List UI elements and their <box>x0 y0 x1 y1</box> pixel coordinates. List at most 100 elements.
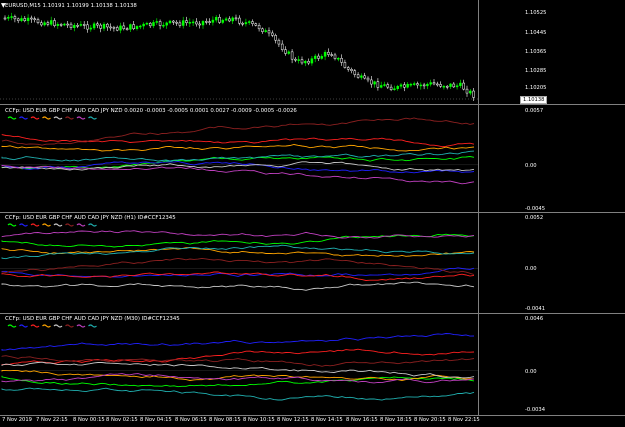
candle <box>416 81 419 89</box>
candle <box>343 59 347 69</box>
candle <box>284 46 287 56</box>
candle <box>7 14 10 21</box>
candle <box>379 81 383 89</box>
legend-swatch-gbp <box>30 116 40 120</box>
ccfp-indicator-pane-1[interactable]: CCFp: USD EUR GBP CHF AUD CAD JPY NZD 0.… <box>0 106 625 212</box>
candle <box>181 16 185 29</box>
ccfp-line-aud <box>1 281 475 291</box>
candle <box>426 82 429 90</box>
candle <box>462 79 465 91</box>
candle <box>304 59 307 67</box>
candle <box>346 66 350 72</box>
legend-swatch-nzd <box>88 223 97 227</box>
candle <box>327 48 330 57</box>
time-axis-border <box>0 415 625 416</box>
candle <box>109 23 112 31</box>
currency-legend <box>7 223 97 227</box>
legend-swatch-gbp <box>30 324 40 328</box>
ccfp-indicator-pane-3[interactable]: CCFp: USD EUR GBP CHF AUD CAD JPY NZD (M… <box>0 314 625 415</box>
candle <box>129 23 132 32</box>
candle <box>175 20 178 26</box>
indicator-tick: 0.00 <box>525 369 537 375</box>
candle <box>165 21 168 29</box>
candle <box>280 40 284 52</box>
legend-swatch-eur <box>19 223 28 227</box>
candle <box>43 20 46 27</box>
candle <box>277 38 281 47</box>
legend-swatch-chf <box>42 223 51 227</box>
candle <box>145 21 149 26</box>
candle <box>13 14 17 23</box>
ccfp-indicator-pane-2[interactable]: CCFp: USD EUR GBP CHF AUD CAD JPY NZD (H… <box>0 213 625 312</box>
candle <box>56 22 60 29</box>
legend-swatch-nzd <box>88 324 97 328</box>
candle <box>403 82 406 92</box>
candle <box>257 22 261 32</box>
legend-swatch-gbp <box>30 223 40 227</box>
ccfp-line-chart-2 <box>0 223 478 291</box>
candle <box>135 25 139 31</box>
price-axis-border <box>478 0 479 415</box>
price-chart-pane[interactable]: ▼ EURUSD,M15 1.10191 1.10199 1.10138 1.1… <box>0 0 625 104</box>
ccfp-line-chf <box>1 247 475 257</box>
candle <box>125 27 129 31</box>
candle <box>185 16 188 26</box>
indicator-tick: -0.0041 <box>525 306 546 312</box>
legend-swatch-jpy <box>76 324 86 328</box>
candle <box>155 18 159 25</box>
candle <box>20 15 23 23</box>
candle <box>254 22 258 27</box>
candle <box>162 22 165 28</box>
candle <box>86 21 89 33</box>
pane-separator[interactable] <box>0 104 625 105</box>
price-tick: 1.10445 <box>525 30 547 36</box>
legend-swatch-usd <box>7 223 17 227</box>
candle <box>158 19 162 30</box>
legend-swatch-jpy <box>76 223 86 227</box>
ccfp-line-gbp <box>1 134 475 148</box>
candle <box>287 50 291 55</box>
ccfp-line-chart-1 <box>0 116 478 185</box>
indicator-tick: 0.0057 <box>525 108 544 114</box>
candle <box>290 49 294 64</box>
candle <box>148 21 152 29</box>
time-label: 7 Nov 2019 <box>2 417 32 423</box>
candle <box>26 14 30 25</box>
candle <box>172 19 175 26</box>
candle <box>122 22 126 31</box>
candle <box>191 19 195 26</box>
candle <box>366 76 370 83</box>
candle <box>389 84 393 92</box>
candle <box>178 20 182 28</box>
candle <box>49 16 53 27</box>
ccfp-line-eur <box>1 333 475 351</box>
time-label: 8 Nov 22:15 <box>448 417 480 423</box>
time-label: 8 Nov 06:15 <box>175 417 207 423</box>
ccfp-line-nzd <box>1 387 475 401</box>
candle <box>419 82 423 90</box>
candle <box>251 19 254 27</box>
candle <box>445 85 449 90</box>
indicator-tick: 0.0046 <box>525 316 544 322</box>
candle <box>267 27 271 37</box>
candle <box>409 82 413 88</box>
legend-swatch-jpy <box>76 116 86 120</box>
price-tick: 1.10205 <box>525 85 547 91</box>
candle <box>46 20 50 27</box>
candle <box>469 89 472 96</box>
ccfp-line-cad <box>1 257 475 275</box>
legend-swatch-cad <box>65 324 74 328</box>
price-tick: 1.10285 <box>525 68 547 74</box>
candle <box>261 27 264 34</box>
candle <box>119 22 122 34</box>
candle <box>3 15 7 21</box>
time-label: 8 Nov 00:15 <box>73 417 105 423</box>
price-tick: 1.10365 <box>525 49 547 55</box>
candle <box>241 21 244 27</box>
candle <box>264 28 267 33</box>
candle <box>399 82 403 89</box>
candle <box>92 21 96 31</box>
ccfp-line-aud <box>1 361 475 379</box>
candle <box>76 22 79 29</box>
legend-swatch-eur <box>19 116 28 120</box>
